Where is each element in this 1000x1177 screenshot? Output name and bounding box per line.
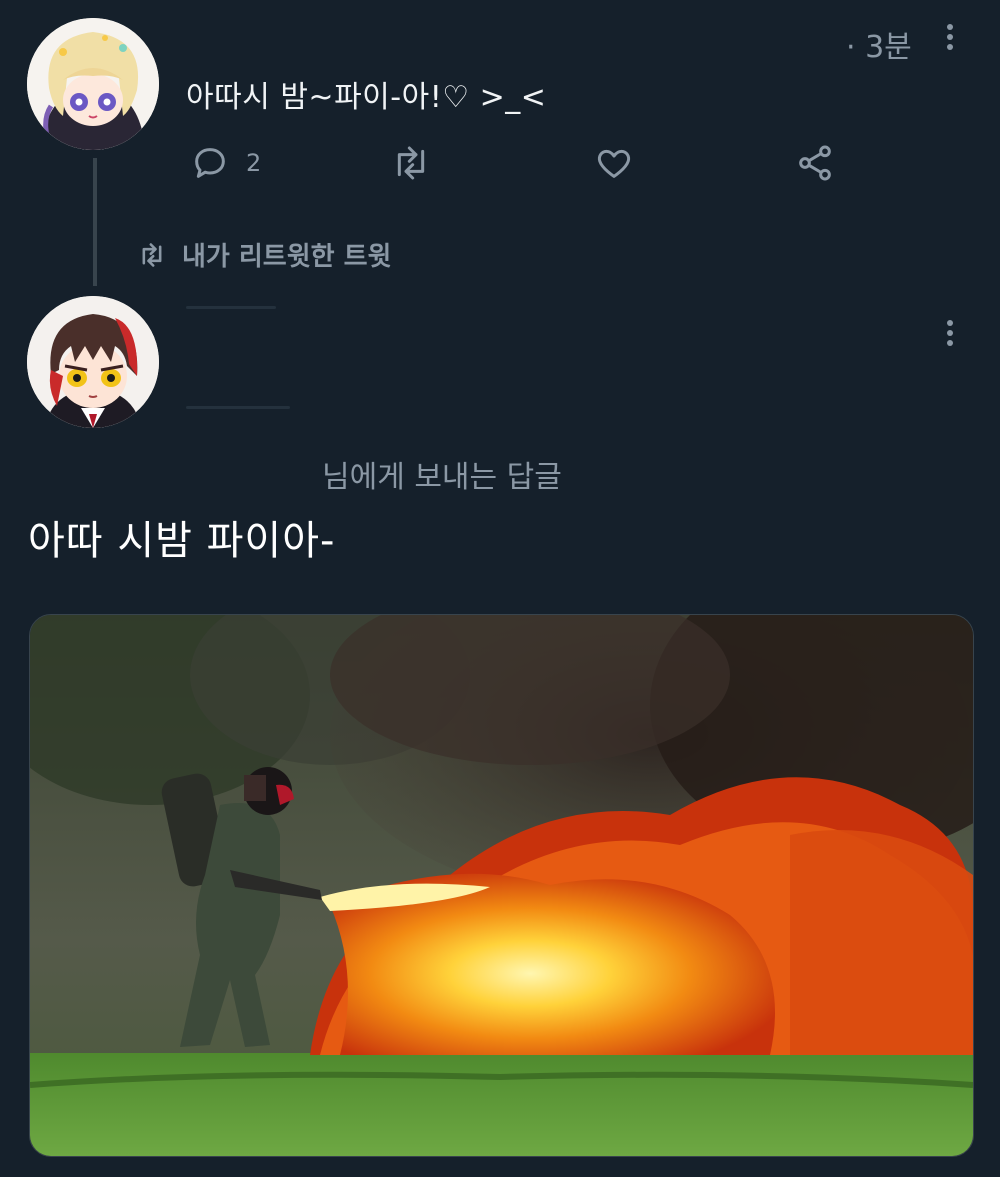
retweet-icon — [397, 146, 425, 180]
reply-icon — [195, 148, 225, 178]
tweet-text: 아따 시밤 파이아- — [28, 518, 336, 564]
more-icon-glyph — [947, 320, 953, 346]
avatar[interactable] — [27, 296, 159, 428]
avatar[interactable] — [27, 18, 159, 150]
like-button[interactable] — [594, 143, 634, 187]
retweet-button[interactable] — [389, 143, 433, 187]
tweet-text: 아따시 밤~파이-아!♡ >_< — [186, 80, 547, 115]
flamethrower-photo — [30, 615, 973, 1156]
author-handle-redacted — [186, 406, 290, 409]
tweet-timestamp: · 3분 — [846, 30, 912, 65]
reply-count: 2 — [246, 149, 262, 177]
more-icon-glyph — [947, 24, 953, 50]
retweet-context-label: 내가 리트윗한 트윗 — [182, 242, 392, 272]
reply-to-label[interactable]: 님에게 보내는 답글 — [322, 452, 562, 496]
like-icon — [597, 149, 631, 178]
reply-button[interactable]: 2 — [190, 143, 261, 183]
tweet-media-image[interactable] — [29, 614, 974, 1157]
share-button[interactable] — [795, 143, 835, 187]
share-icon — [799, 145, 831, 181]
avatar-boy-illustration — [27, 296, 159, 428]
thread-connector-line — [93, 158, 97, 286]
avatar-girl-illustration — [27, 18, 159, 150]
more-icon[interactable] — [940, 318, 960, 354]
more-icon[interactable] — [940, 22, 960, 58]
retweet-context-icon — [142, 242, 162, 267]
author-name-redacted — [186, 306, 276, 309]
retweet-context: 내가 리트윗한 트윗 — [136, 236, 391, 273]
